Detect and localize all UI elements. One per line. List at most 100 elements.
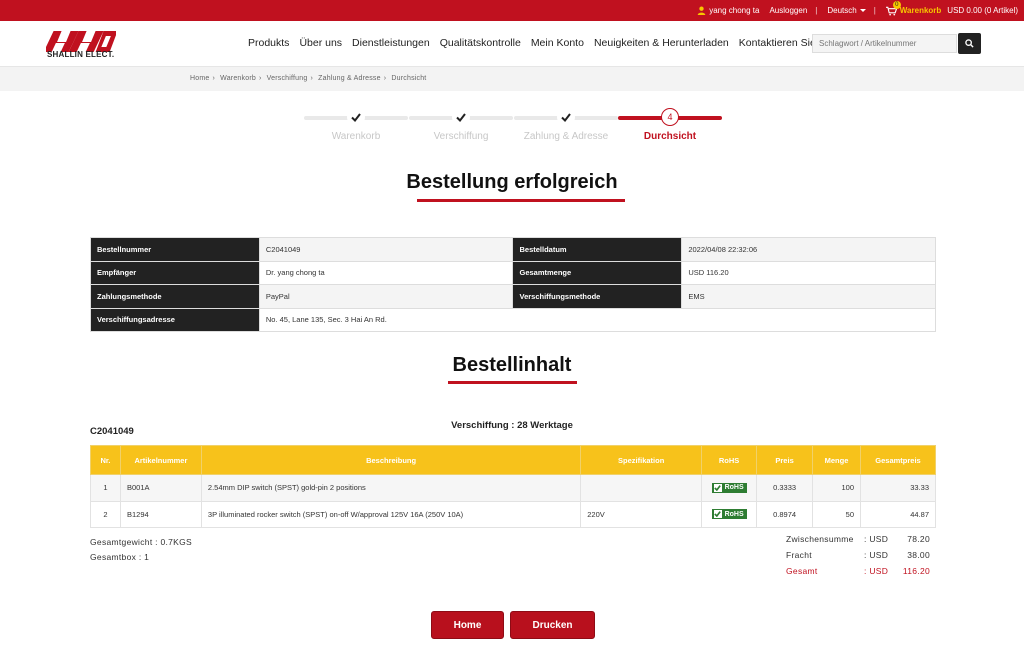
- address-value: No. 45, Lane 135, Sec. 3 Hai An Rd.: [258, 307, 937, 332]
- breadcrumb-separator: ›: [258, 75, 262, 82]
- search-button[interactable]: [958, 33, 981, 54]
- shipping-method-value: EMS: [681, 284, 936, 309]
- rohs-cell: RoHS: [701, 500, 758, 528]
- nav-account[interactable]: Mein Konto: [531, 37, 584, 49]
- summary-totals: Zwischensumme : USD 78.20 Fracht : USD 3…: [786, 534, 930, 582]
- breadcrumb-payment[interactable]: Zahlung & Adresse: [318, 75, 381, 82]
- user-name: yang chong ta: [709, 6, 760, 15]
- recipient-value: Dr. yang chong ta: [258, 260, 514, 285]
- order-number-label: Bestellnummer: [90, 237, 260, 262]
- row-price: 0.3333: [756, 474, 814, 502]
- table-row: 1 B001A 2.54mm DIP switch (SPST) gold-pi…: [90, 474, 936, 502]
- address-label: Verschiffungsadresse: [90, 307, 260, 332]
- shipping-days: Verschiffung : 28 Werktage: [451, 420, 573, 431]
- rohs-cell: RoHS: [701, 474, 758, 502]
- col-total: Gesamtpreis: [860, 445, 936, 475]
- total-label: Gesamtmenge: [512, 260, 683, 285]
- col-description: Beschreibung: [200, 445, 582, 475]
- part-number-link[interactable]: B1294: [119, 500, 202, 528]
- nav-services[interactable]: Dienstleistungen: [352, 37, 430, 49]
- cart-icon: 0: [885, 0, 901, 16]
- breadcrumb-separator: ›: [383, 75, 387, 82]
- rohs-badge: RoHS: [711, 482, 747, 493]
- nav-products[interactable]: Produkts: [248, 37, 289, 49]
- order-info-table: Bestellnummer C2041049 Bestelldatum 2022…: [90, 237, 937, 332]
- total-boxes: Gesamtbox : 1: [90, 552, 150, 562]
- summary-left: Gesamtgewicht : 0.7KGS Gesamtbox : 1: [90, 535, 192, 565]
- row-description: 2.54mm DIP switch (SPST) gold-pin 2 posi…: [200, 474, 582, 502]
- row-nr: 2: [90, 500, 121, 528]
- table-header: Nr. Artikelnummer Beschreibung Spezifika…: [90, 445, 936, 475]
- search-input[interactable]: [812, 34, 957, 53]
- search-icon: [965, 39, 974, 48]
- nav-quality[interactable]: Qualitätskontrolle: [440, 37, 521, 49]
- company-name: SHALLIN ELECT.: [47, 50, 115, 59]
- breadcrumb-separator: ›: [310, 75, 313, 82]
- content-title: Bestellinhalt: [452, 354, 572, 376]
- row-description: 3P illuminated rocker switch (SPST) on-o…: [200, 500, 582, 528]
- grand-total-row: Gesamt : USD 116.20: [786, 566, 930, 576]
- check-icon: [713, 483, 722, 492]
- step-payment: Zahlung & Adresse: [514, 108, 618, 142]
- col-price: Preis: [756, 445, 814, 475]
- nav-news[interactable]: Neuigkeiten & Herunterladen: [594, 37, 729, 49]
- language-label: Deutsch: [827, 6, 857, 15]
- breadcrumb-cart[interactable]: Warenkorb: [220, 75, 256, 82]
- step-label: Verschiffung: [433, 131, 489, 142]
- col-spec: Spezifikation: [580, 445, 703, 475]
- title-underline: [448, 381, 577, 384]
- row-qty: 100: [812, 474, 861, 502]
- check-icon: [452, 108, 470, 126]
- col-rohs: RoHS: [701, 445, 758, 475]
- rohs-badge: RoHS: [711, 509, 747, 520]
- logout-link[interactable]: Ausloggen: [769, 6, 807, 15]
- nav-about[interactable]: Über uns: [299, 37, 342, 49]
- check-icon: [347, 108, 365, 126]
- freight-row: Fracht : USD 38.00: [786, 550, 930, 560]
- row-spec: 220V: [580, 500, 703, 528]
- home-button[interactable]: Home: [431, 611, 504, 639]
- items-table: Nr. Artikelnummer Beschreibung Spezifika…: [90, 445, 936, 528]
- col-part: Artikelnummer: [119, 445, 202, 475]
- row-total: 33.33: [860, 474, 936, 502]
- payment-label: Zahlungsmethode: [90, 284, 260, 309]
- recipient-label: Empfänger: [90, 260, 260, 285]
- row-price: 0.8974: [756, 500, 814, 528]
- step-review: 4 Durchsicht: [618, 108, 722, 142]
- order-date-label: Bestelldatum: [512, 237, 683, 262]
- user-icon: [697, 6, 706, 15]
- shipping-method-label: Verschiffungsmethode: [512, 284, 683, 309]
- cart-link[interactable]: 0 Warenkorb: [885, 0, 941, 16]
- main-nav: Produkts Über uns Dienstleistungen Quali…: [248, 37, 846, 49]
- step-label: Zahlung & Adresse: [523, 131, 609, 142]
- part-number-link[interactable]: B001A: [119, 474, 202, 502]
- chevron-down-icon: [859, 9, 866, 12]
- cart-count-badge: 0: [892, 0, 901, 9]
- breadcrumb: Home › Warenkorb › Verschiffung › Zahlung &…: [0, 67, 1024, 91]
- divider: |: [815, 6, 818, 15]
- step-label: Warenkorb: [331, 131, 381, 142]
- table-row: 2 B1294 3P illuminated rocker switch (SP…: [90, 500, 936, 528]
- print-button[interactable]: Drucken: [510, 611, 595, 639]
- check-icon: [557, 108, 575, 126]
- order-date-value: 2022/04/08 22:32:06: [681, 237, 936, 262]
- language-select[interactable]: Deutsch: [827, 6, 866, 15]
- checkout-steps: Warenkorb Verschiffung Zahlung & Adresse…: [304, 108, 724, 148]
- row-spec: [580, 474, 703, 502]
- breadcrumb-home[interactable]: Home: [190, 75, 209, 82]
- total-weight: Gesamtgewicht : 0.7KGS: [90, 537, 193, 547]
- breadcrumb-separator: ›: [212, 75, 216, 82]
- breadcrumb-shipping[interactable]: Verschiffung: [267, 75, 308, 82]
- success-title: Bestellung erfolgreich: [406, 171, 618, 193]
- col-qty: Menge: [812, 445, 861, 475]
- payment-value: PayPal: [258, 284, 514, 309]
- row-nr: 1: [90, 474, 121, 502]
- col-nr: Nr.: [90, 445, 121, 475]
- step-label: Durchsicht: [643, 131, 697, 142]
- row-total: 44.87: [860, 500, 936, 528]
- title-underline: [417, 199, 625, 202]
- subtotal-row: Zwischensumme : USD 78.20: [786, 534, 930, 544]
- user-menu[interactable]: yang chong ta: [697, 6, 759, 15]
- step-cart: Warenkorb: [304, 108, 408, 142]
- step-shipping: Verschiffung: [409, 108, 513, 142]
